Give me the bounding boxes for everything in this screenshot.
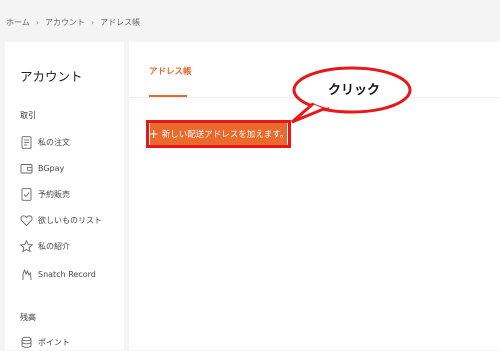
sidebar-item-label: 予約販売: [38, 189, 70, 199]
sidebar-item-label: ポイント: [38, 337, 70, 347]
breadcrumb-address-book[interactable]: アドレス帳: [100, 17, 140, 28]
sidebar-item-my-orders[interactable]: 私の注文: [20, 133, 70, 151]
wallet-icon: [20, 161, 33, 175]
sidebar-item-bgpay[interactable]: BGpay: [20, 159, 64, 177]
sidebar-section-balance: 残高: [20, 313, 36, 322]
add-address-button[interactable]: + 新しい配送アドレスを加えます。: [148, 123, 289, 145]
checklist-icon: [20, 187, 33, 201]
heart-icon: [20, 213, 33, 227]
hand-icon: [20, 267, 33, 281]
sidebar-item-label: 欲しいものリスト: [38, 215, 102, 225]
breadcrumb-separator: ›: [90, 17, 95, 27]
sidebar-item-label: 私の紹介: [38, 241, 70, 251]
plus-icon: +: [148, 127, 159, 141]
sidebar-item-points[interactable]: ポイント: [20, 333, 70, 351]
sidebar-title: アカウント: [20, 69, 83, 84]
sidebar-item-label: Snatch Record: [38, 269, 96, 279]
breadcrumb-home[interactable]: ホーム: [6, 17, 30, 28]
sidebar-item-wishlist[interactable]: 欲しいものリスト: [20, 211, 102, 229]
sidebar-item-preorder[interactable]: 予約販売: [20, 185, 70, 203]
star-icon: [20, 239, 33, 253]
breadcrumb-separator: ›: [35, 17, 39, 27]
breadcrumb-account[interactable]: アカウント: [45, 17, 85, 28]
account-sidebar: アカウント 取引 私の注文 BGpay 予約販売 欲しいものリスト 私の紹介 S…: [5, 42, 124, 350]
add-address-button-label: 新しい配送アドレスを加えます。: [161, 130, 289, 140]
address-book-panel: アドレス帳 + 新しい配送アドレスを加えます。: [129, 42, 500, 350]
tab-divider: [129, 97, 500, 98]
sidebar-item-label: BGpay: [38, 163, 65, 173]
breadcrumb: ホーム › アカウント › アドレス帳: [6, 15, 140, 29]
callout-text: クリック: [328, 83, 381, 98]
sidebar-item-referral[interactable]: 私の紹介: [20, 237, 70, 255]
sidebar-section-transactions: 取引: [20, 111, 36, 120]
document-icon: [20, 135, 33, 149]
sidebar-item-snatch-record[interactable]: Snatch Record: [20, 265, 96, 283]
coin-stack-icon: [20, 335, 33, 349]
tab-address-book[interactable]: アドレス帳: [149, 65, 192, 77]
sidebar-item-label: 私の注文: [38, 137, 70, 147]
